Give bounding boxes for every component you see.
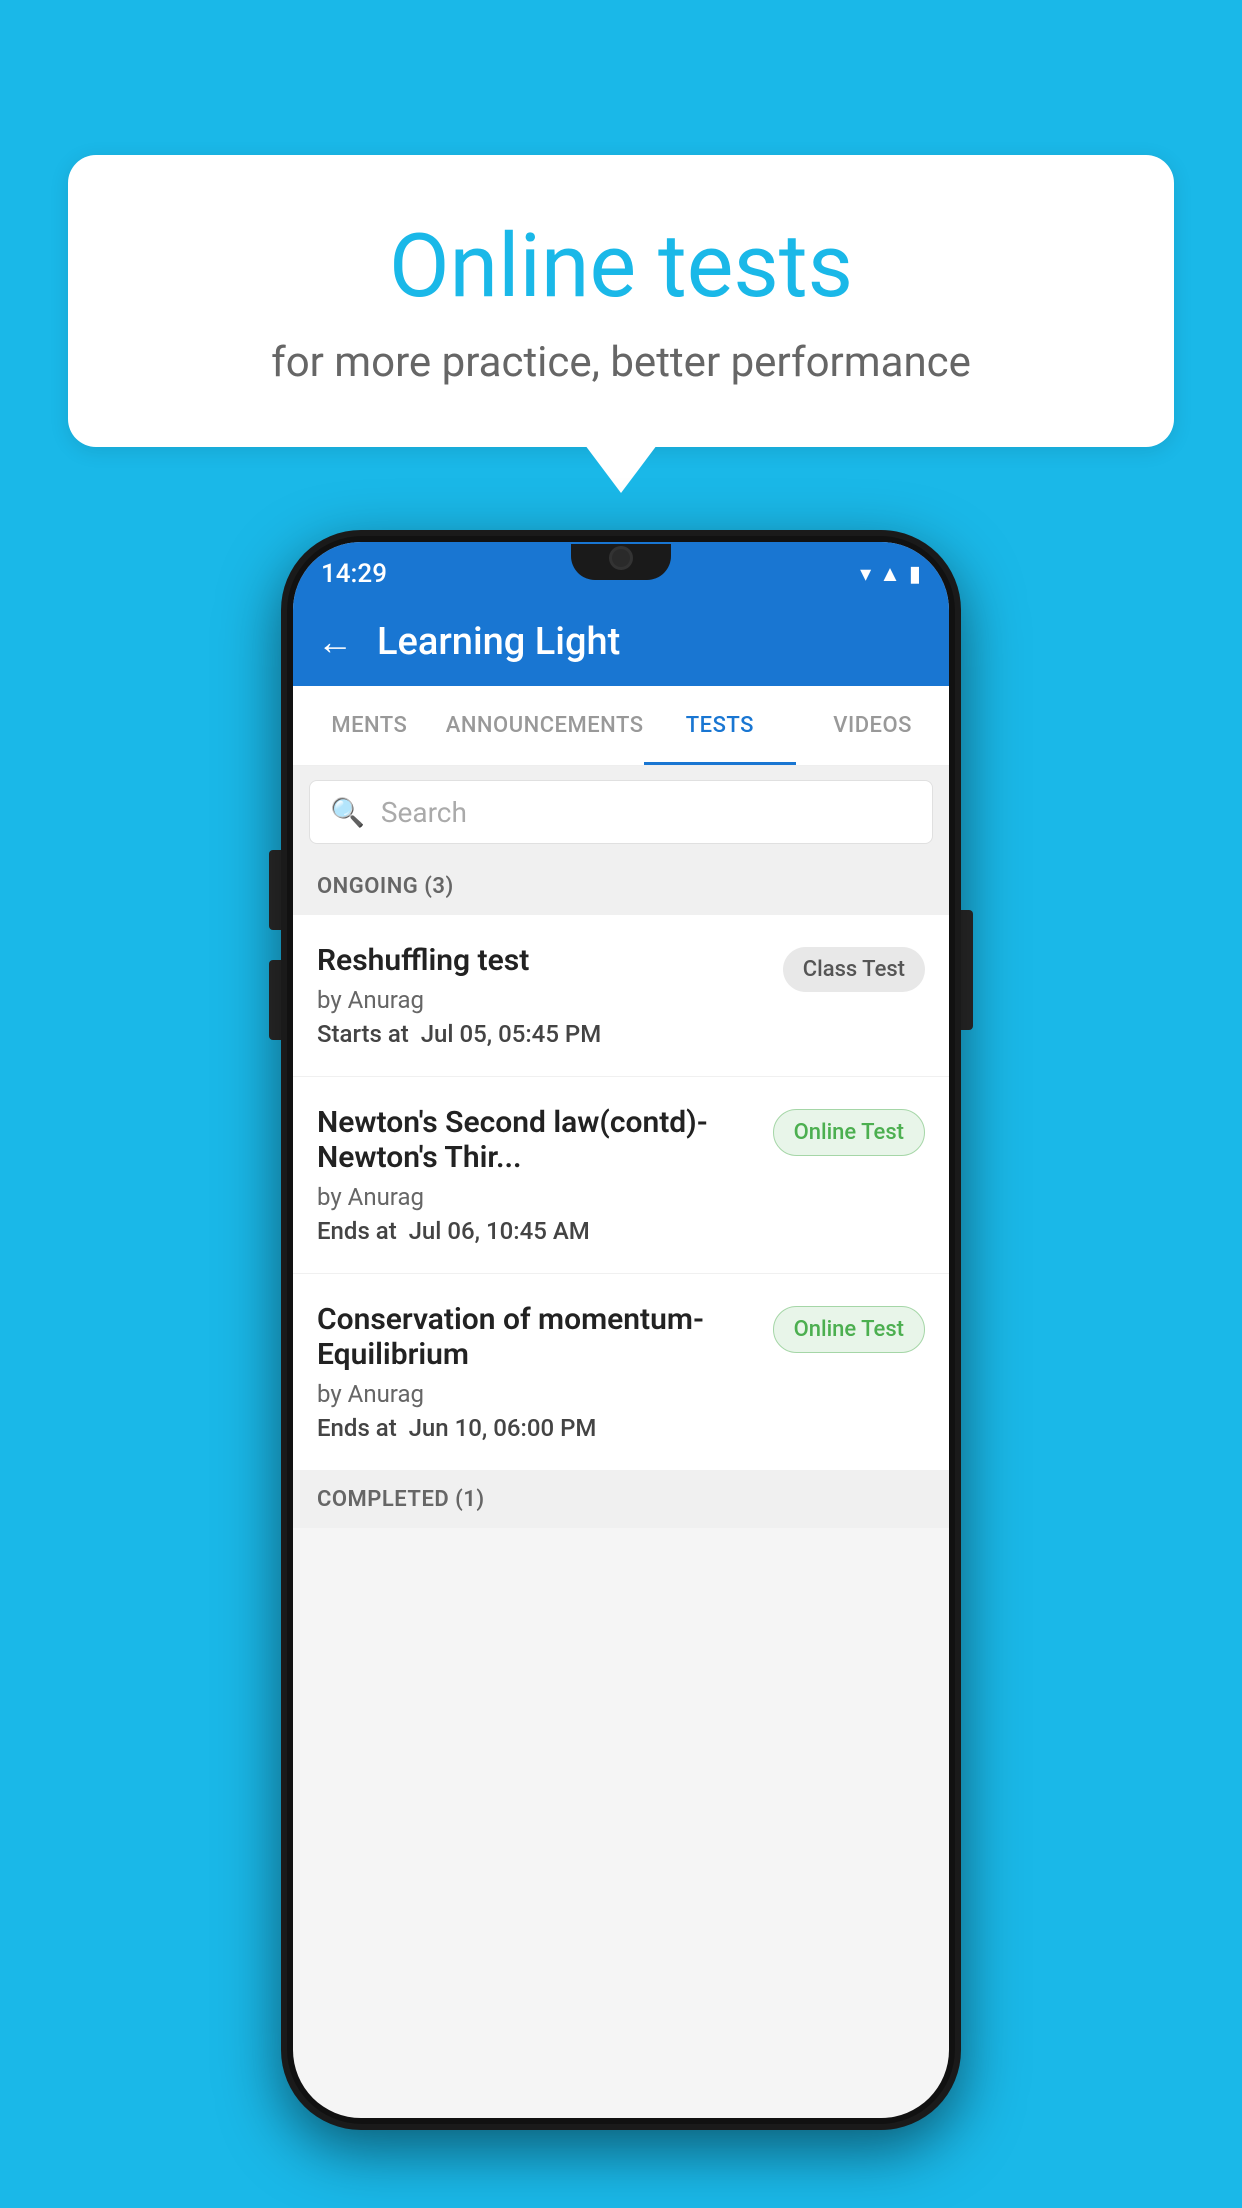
search-bar[interactable]: 🔍 Search: [309, 780, 933, 844]
test-info: Newton's Second law(contd)-Newton's Thir…: [317, 1105, 773, 1245]
ongoing-section-header: ONGOING (3): [293, 858, 949, 915]
test-info: Conservation of momentum-Equilibrium by …: [317, 1302, 773, 1442]
test-name: Reshuffling test: [317, 943, 767, 978]
speech-bubble-arrow: [585, 445, 657, 493]
test-author: by Anurag: [317, 1380, 757, 1408]
phone-mockup: 14:29 ▾ ▲ ▮ ← Learning Light MENTS ANNOU…: [281, 530, 961, 2130]
phone-side-button-2: [269, 960, 281, 1040]
promo-subtitle: for more practice, better performance: [148, 338, 1094, 387]
test-item[interactable]: Conservation of momentum-Equilibrium by …: [293, 1274, 949, 1471]
search-placeholder: Search: [381, 796, 467, 829]
test-date: Ends at Jun 10, 06:00 PM: [317, 1414, 757, 1442]
speech-bubble: Online tests for more practice, better p…: [68, 155, 1174, 447]
test-date: Ends at Jul 06, 10:45 AM: [317, 1217, 757, 1245]
search-container: 🔍 Search: [293, 766, 949, 858]
app-bar: ← Learning Light: [293, 598, 949, 686]
test-info: Reshuffling test by Anurag Starts at Jul…: [317, 943, 783, 1048]
tab-ments[interactable]: MENTS: [293, 686, 446, 765]
tab-tests[interactable]: TESTS: [644, 686, 797, 765]
phone-screen: 14:29 ▾ ▲ ▮ ← Learning Light MENTS ANNOU…: [293, 542, 949, 2118]
test-list: Reshuffling test by Anurag Starts at Jul…: [293, 915, 949, 1471]
battery-icon: ▮: [909, 562, 921, 587]
phone-side-button: [269, 850, 281, 930]
signal-icon: ▲: [879, 561, 901, 587]
test-item[interactable]: Reshuffling test by Anurag Starts at Jul…: [293, 915, 949, 1077]
completed-section-header: COMPLETED (1): [293, 1471, 949, 1528]
tab-announcements[interactable]: ANNOUNCEMENTS: [446, 686, 644, 765]
tab-bar: MENTS ANNOUNCEMENTS TESTS VIDEOS: [293, 686, 949, 766]
promo-section: Online tests for more practice, better p…: [68, 155, 1174, 493]
tab-videos[interactable]: VIDEOS: [796, 686, 949, 765]
phone-camera: [609, 546, 633, 570]
test-name: Newton's Second law(contd)-Newton's Thir…: [317, 1105, 757, 1175]
wifi-icon: ▾: [860, 562, 871, 587]
promo-title: Online tests: [148, 215, 1094, 318]
test-badge-online-2: Online Test: [773, 1306, 925, 1353]
app-title: Learning Light: [377, 620, 620, 664]
test-date: Starts at Jul 05, 05:45 PM: [317, 1020, 767, 1048]
test-badge-online: Online Test: [773, 1109, 925, 1156]
back-button[interactable]: ←: [317, 621, 353, 663]
status-time: 14:29: [321, 559, 387, 589]
test-name: Conservation of momentum-Equilibrium: [317, 1302, 757, 1372]
test-item[interactable]: Newton's Second law(contd)-Newton's Thir…: [293, 1077, 949, 1274]
test-author: by Anurag: [317, 1183, 757, 1211]
test-badge-class: Class Test: [783, 947, 925, 992]
phone-power-button: [961, 910, 973, 1030]
search-icon: 🔍: [330, 796, 365, 829]
status-icons: ▾ ▲ ▮: [860, 561, 921, 587]
test-author: by Anurag: [317, 986, 767, 1014]
